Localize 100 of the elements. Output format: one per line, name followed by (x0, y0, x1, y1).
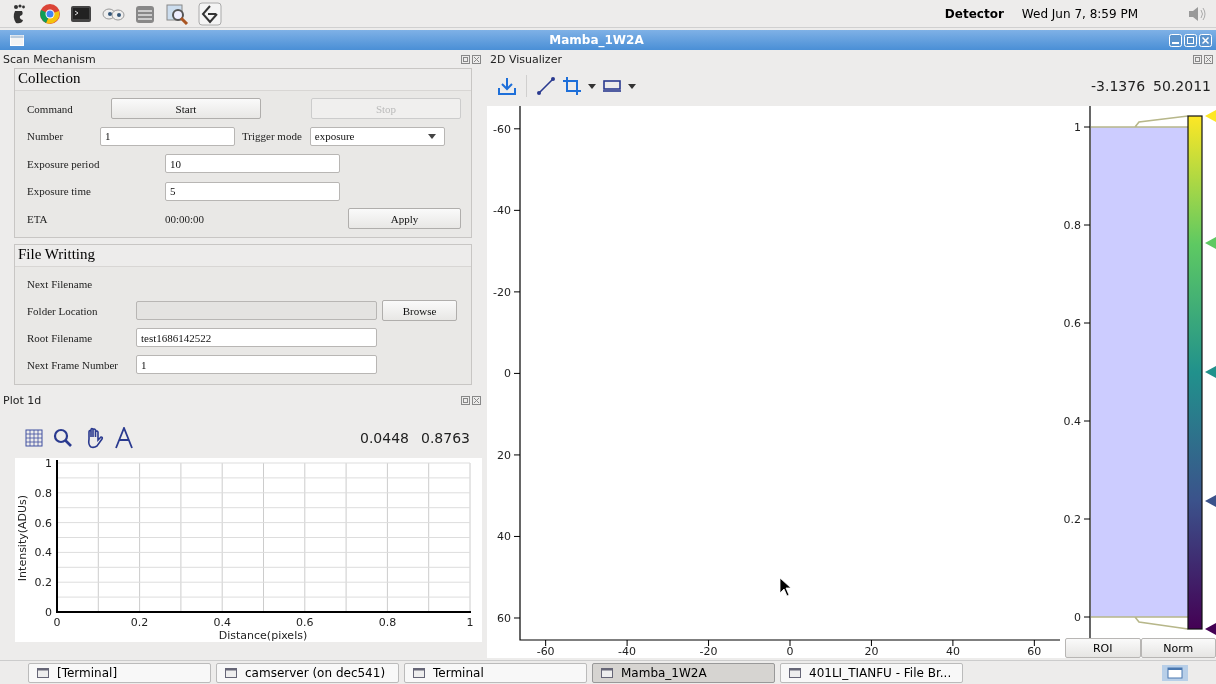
toggle-button[interactable]: ROI (1065, 638, 1141, 658)
taskbar-label: 401LI_TIANFU - File Br... (809, 665, 952, 680)
field-label: Number (27, 130, 65, 143)
window-icon (413, 667, 425, 678)
y-tick-label: -20 (493, 285, 511, 299)
y-tick-label: -60 (493, 122, 511, 136)
exposure-period-field[interactable]: 10 (165, 154, 340, 174)
colorbar-tick-label: 1 (1074, 121, 1081, 134)
y-tick-label: 0.2 (34, 575, 52, 589)
show-desktop-icon[interactable] (1162, 664, 1188, 681)
dock-buttons-icon[interactable] (1193, 54, 1213, 64)
panel-title: Plot 1d (3, 394, 42, 407)
apply-button[interactable]: Apply (348, 208, 461, 230)
x-tick-label: 0.4 (213, 615, 231, 629)
window-icon[interactable] (10, 34, 24, 46)
window-icon (37, 667, 49, 678)
taskbar-item[interactable]: 401LI_TIANFU - File Br... (780, 662, 963, 683)
taskbar-item[interactable]: camserver (on dec541) (216, 662, 399, 683)
caret-icon[interactable] (588, 83, 596, 89)
field-label: Root Filename (27, 331, 94, 344)
search-icon[interactable] (53, 427, 73, 448)
field-label: Exposure period (27, 157, 101, 170)
y-tick-label: 0.4 (34, 545, 52, 559)
group-title: File Writting (15, 244, 471, 267)
x-tick-label: -60 (536, 645, 555, 658)
taskbar-item[interactable]: Mamba_1W2A (592, 662, 775, 683)
minimize-icon[interactable] (1169, 33, 1182, 47)
toggle-button[interactable]: Norm (1140, 638, 1216, 658)
root-filename-field[interactable]: test1686142522 (136, 328, 377, 347)
mouse-cursor-icon (779, 577, 792, 597)
y-tick-label: 0 (45, 605, 52, 619)
maximize-icon[interactable] (1184, 33, 1197, 47)
number-field[interactable]: 1 (100, 126, 235, 146)
taskbar-label: Mamba_1W2A (621, 665, 707, 680)
field-label: Next Frame Number (27, 358, 120, 371)
close-icon[interactable] (1199, 33, 1212, 47)
taskbar-item[interactable]: [Terminal] (28, 662, 211, 683)
next-frame-number-field[interactable]: 1 (136, 355, 377, 374)
field-label: Command (27, 102, 74, 115)
window-icon (789, 667, 801, 678)
panel-title: 2D Visualizer (490, 52, 562, 66)
volume-icon[interactable] (1186, 4, 1208, 23)
y-tick-label: 0.6 (34, 516, 52, 530)
dock-buttons-icon[interactable] (461, 54, 481, 64)
y-tick-label: 20 (497, 448, 511, 462)
monitor-icon[interactable] (602, 79, 622, 93)
start-button[interactable]: Start (111, 98, 261, 120)
browser-icon[interactable] (39, 2, 61, 25)
caret-icon[interactable] (628, 83, 636, 89)
color-stop-handle[interactable] (1205, 237, 1216, 249)
download-icon[interactable] (497, 76, 517, 96)
panel-title: Scan Mechanism (3, 52, 96, 66)
y-tick-label: 1 (45, 457, 52, 470)
y-tick-label: 0 (504, 367, 511, 381)
eyes-icon[interactable] (101, 5, 125, 22)
taskbar-item[interactable]: Terminal (404, 662, 587, 683)
line-tool-icon[interactable] (536, 76, 556, 96)
y-tick-label: -40 (493, 204, 511, 218)
cursor-coordinates: -3.1376 (1091, 78, 1146, 94)
clock[interactable]: Wed Jun 7, 8:59 PM (1021, 6, 1138, 21)
dropdown-arrow-icon (427, 133, 436, 139)
terminal-icon[interactable] (70, 3, 92, 24)
color-stop-handle[interactable] (1205, 495, 1216, 507)
color-stop-handle[interactable] (1205, 623, 1216, 635)
y-axis-label: Intensity(ADUs) (16, 494, 29, 581)
taskbar-label: [Terminal] (57, 665, 118, 680)
x-tick-label: 0 (53, 615, 61, 629)
colorbar-tick-label: 0.8 (1063, 219, 1081, 232)
image-viewer-icon[interactable] (165, 2, 189, 25)
x-tick-label: -20 (699, 645, 718, 658)
x-tick-label: 20 (864, 645, 879, 658)
text-icon[interactable] (115, 426, 133, 449)
taskbar-label: Terminal (433, 665, 484, 680)
x-axis-label: Distance(pixels) (218, 628, 308, 642)
logout-icon[interactable] (198, 1, 222, 26)
x-tick-label: 0.6 (296, 615, 314, 629)
eta-value: 00:00:00 (165, 212, 205, 225)
trigger-mode-dropdown[interactable]: exposure (309, 126, 445, 146)
y-tick-label: 40 (497, 530, 511, 544)
colorbar-tick-label: 0.6 (1063, 317, 1081, 330)
crop-icon[interactable] (562, 76, 582, 96)
color-stop-handle[interactable] (1205, 110, 1216, 122)
field-label: Next Filename (27, 277, 93, 290)
x-tick-label: 60 (1027, 645, 1042, 658)
field-label: Trigger mode (242, 130, 302, 143)
field-label: ETA (27, 212, 49, 225)
grid-icon[interactable] (25, 428, 43, 447)
field-label: Folder Location (27, 304, 99, 317)
y-tick-label: 60 (497, 612, 511, 625)
cursor-coordinates: 50.2011 (1153, 78, 1211, 94)
folder-location-field[interactable] (136, 301, 377, 320)
x-tick-label: 0 (786, 645, 794, 658)
taskbar-label: camserver (on dec541) (245, 665, 386, 680)
window-title: Mamba_1W2A (548, 33, 645, 47)
exposure-time-field[interactable]: 5 (165, 181, 340, 201)
colorbar-tick-label: 0.4 (1063, 415, 1081, 428)
dock-buttons-icon[interactable] (461, 396, 481, 405)
browse-button[interactable]: Browse (382, 300, 457, 321)
user-name[interactable]: Detector (944, 6, 1004, 21)
color-stop-handle[interactable] (1205, 366, 1216, 378)
